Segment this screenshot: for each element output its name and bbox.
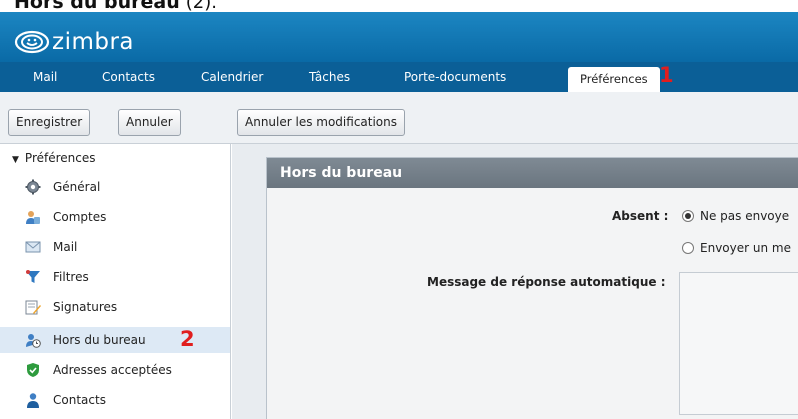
envelope-icon bbox=[25, 241, 41, 253]
zimbra-logo: zimbra bbox=[14, 29, 135, 55]
sidebar-item-adresses-acceptees[interactable]: Adresses acceptées bbox=[0, 357, 230, 383]
radio-do-not-send[interactable]: Ne pas envoye bbox=[682, 209, 789, 223]
tab-taches[interactable]: Tâches bbox=[309, 62, 350, 92]
toolbar: Enregistrer Annuler Annuler les modifica… bbox=[0, 92, 798, 144]
contact-person-icon bbox=[27, 393, 39, 408]
tab-mail[interactable]: Mail bbox=[33, 62, 57, 92]
tab-contacts[interactable]: Contacts bbox=[102, 62, 155, 92]
save-button[interactable]: Enregistrer bbox=[8, 109, 91, 136]
sidebar-item-label: Contacts bbox=[53, 393, 106, 407]
sidebar-item-label: Mail bbox=[53, 240, 78, 254]
sidebar-item-label: Adresses acceptées bbox=[53, 363, 172, 377]
sidebar-item-mail[interactable]: Mail bbox=[0, 234, 230, 260]
app-header: zimbra bbox=[0, 12, 798, 62]
radio-label: Ne pas envoye bbox=[700, 209, 790, 223]
signature-icon bbox=[25, 300, 41, 315]
radio-send-message[interactable]: Envoyer un me bbox=[682, 241, 791, 255]
accounts-icon bbox=[26, 211, 40, 224]
sidebar-item-label: Général bbox=[53, 180, 101, 194]
sidebar-item-filtres[interactable]: Filtres bbox=[0, 264, 230, 290]
zimbra-logo-text: zimbra bbox=[52, 29, 135, 55]
main-tabbar: Mail Contacts Calendrier Tâches Porte-do… bbox=[0, 62, 798, 92]
tab-label: Tâches bbox=[309, 70, 351, 84]
tab-porte-documents[interactable]: Porte-documents bbox=[404, 62, 506, 92]
sidebar-item-general[interactable]: Général bbox=[0, 174, 230, 200]
panel-title: Hors du bureau bbox=[267, 158, 798, 188]
tab-label: Porte-documents bbox=[404, 70, 507, 84]
sidebar-item-label: Comptes bbox=[53, 210, 107, 224]
sidebar-item-contacts[interactable]: Contacts bbox=[0, 387, 230, 413]
gear-icon bbox=[25, 179, 41, 195]
zimbra-logo-icon bbox=[14, 30, 50, 54]
tab-preferences[interactable]: Préférences 1 bbox=[568, 63, 674, 92]
sidebar-item-comptes[interactable]: Comptes bbox=[0, 204, 230, 230]
tab-label: Calendrier bbox=[201, 70, 264, 84]
sidebar-item-signatures[interactable]: Signatures bbox=[0, 294, 230, 320]
sidebar-header-label: Préférences bbox=[24, 151, 96, 165]
out-of-office-icon bbox=[26, 334, 41, 348]
revert-changes-button[interactable]: Annuler les modifications bbox=[237, 109, 406, 136]
absent-label: Absent : bbox=[612, 209, 669, 223]
sidebar-item-hors-du-bureau[interactable]: Hors du bureau 2 bbox=[0, 327, 230, 353]
page-heading: Hors du bureau (2). bbox=[14, 0, 217, 13]
auto-reply-label: Message de réponse automatique : bbox=[427, 275, 666, 289]
annotation-marker-2: 2 bbox=[180, 327, 195, 351]
filter-icon bbox=[26, 270, 40, 283]
sidebar-item-label: Hors du bureau bbox=[53, 333, 146, 347]
auto-reply-message-textarea[interactable] bbox=[679, 272, 798, 415]
tab-calendrier[interactable]: Calendrier bbox=[201, 62, 263, 92]
radio-label: Envoyer un me bbox=[700, 241, 791, 255]
sidebar-item-label: Filtres bbox=[53, 270, 89, 284]
radio-button-selected[interactable] bbox=[682, 210, 694, 222]
sidebar-header[interactable]: ▼ Préférences bbox=[0, 148, 231, 168]
tab-label: Préférences bbox=[580, 72, 648, 86]
sidebar-item-label: Signatures bbox=[53, 300, 118, 314]
collapse-triangle-icon[interactable]: ▼ bbox=[12, 155, 19, 165]
preferences-sidebar: ▼ Préférences Général Comptes Mail Filtre… bbox=[0, 144, 231, 419]
tab-label: Mail bbox=[33, 70, 58, 84]
radio-button[interactable] bbox=[682, 242, 694, 254]
annotation-marker-1: 1 bbox=[659, 63, 674, 87]
shield-icon bbox=[27, 363, 39, 377]
cancel-button[interactable]: Annuler bbox=[118, 109, 181, 136]
tab-label: Contacts bbox=[102, 70, 155, 84]
